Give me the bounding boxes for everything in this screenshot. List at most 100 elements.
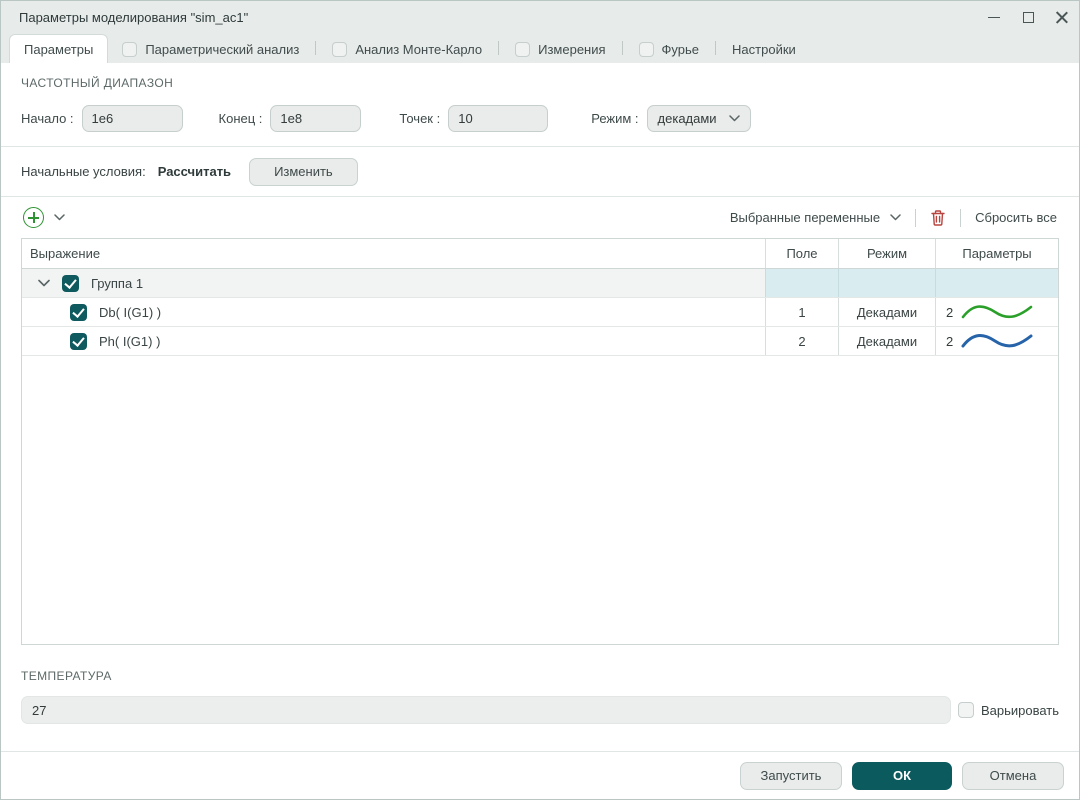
group-label: Группа 1	[91, 275, 144, 291]
toolbar-divider	[960, 208, 962, 227]
collapse-group-chevron-icon[interactable]	[38, 279, 50, 287]
expression-cell: Db( I(G1) )	[22, 298, 765, 326]
tab-checkbox[interactable]	[122, 41, 138, 57]
tab-monte-carlo[interactable]: Анализ Монте-Карло	[318, 35, 496, 63]
temperature-input[interactable]	[21, 696, 951, 724]
vary-checkbox[interactable]	[957, 702, 974, 718]
frequency-section-title: ЧАСТОТНЫЙ ДИАПАЗОН	[21, 76, 174, 90]
expression-cell: Ph( I(G1) )	[22, 327, 765, 355]
frequency-fields-row: Начало : Конец : Точек : Режим : декадам…	[21, 105, 1059, 132]
edit-initial-conditions-button[interactable]: Изменить	[249, 157, 358, 186]
group-checkbox[interactable]	[62, 274, 79, 292]
maximize-icon	[1022, 11, 1034, 23]
maximize-button[interactable]	[1011, 1, 1045, 33]
initial-conditions-row: Начальные условия: Рассчитать Изменить	[1, 147, 1079, 196]
reset-all-button[interactable]: Сбросить все	[975, 210, 1057, 225]
run-button[interactable]: Запустить	[740, 761, 842, 790]
tab-divider	[715, 41, 717, 55]
table-header-row: Выражение Поле Режим Параметры	[22, 239, 1058, 269]
expression-label: Ph( I(G1) )	[99, 333, 161, 349]
group-mode-cell	[838, 269, 935, 297]
mode-label: Режим :	[591, 111, 639, 126]
window-controls	[977, 1, 1079, 33]
start-input[interactable]	[81, 105, 183, 132]
simulation-parameters-dialog: Параметры моделирования "sim_ac1" Параме…	[0, 0, 1080, 800]
end-label: Конец :	[218, 111, 263, 126]
mode-cell: Декадами	[838, 327, 935, 355]
selected-variables-dropdown[interactable]: Выбранные переменные	[730, 210, 901, 225]
cancel-button[interactable]: Отмена	[962, 761, 1064, 790]
tab-parameters[interactable]: Параметры	[9, 34, 109, 63]
tab-checkbox[interactable]	[638, 41, 654, 57]
initial-conditions-label: Начальные условия:	[21, 164, 146, 179]
table-row[interactable]: Db( I(G1) ) 1 Декадами 2	[22, 298, 1058, 327]
header-mode: Режим	[838, 239, 935, 268]
line-thickness: 2	[946, 304, 954, 320]
minimize-button[interactable]	[977, 1, 1011, 33]
chevron-down-icon	[728, 115, 740, 122]
tab-label: Настройки	[732, 41, 796, 57]
temperature-section-title: ТЕМПЕРАТУРА	[21, 669, 112, 683]
tab-label: Измерения	[538, 41, 606, 57]
tab-label: Параметры	[24, 41, 94, 57]
window-title: Параметры моделирования "sim_ac1"	[19, 9, 249, 25]
dialog-content: ЧАСТОТНЫЙ ДИАПАЗОН Начало : Конец : Точе…	[1, 63, 1079, 751]
start-label: Начало :	[21, 111, 74, 126]
expression-label: Db( I(G1) )	[99, 304, 162, 320]
field-cell: 2	[765, 327, 838, 355]
group-expression-cell: Группа 1	[22, 269, 765, 297]
close-button[interactable]	[1045, 1, 1079, 33]
tab-label: Параметрический анализ	[145, 41, 300, 57]
header-expression: Выражение	[30, 246, 101, 261]
tab-settings[interactable]: Настройки	[718, 35, 810, 63]
variables-table: Выражение Поле Режим Параметры Группа 1	[21, 238, 1059, 645]
tab-checkbox[interactable]	[332, 41, 348, 57]
tab-strip: Параметры Параметрический анализ Анализ …	[1, 33, 1079, 63]
header-parameters: Параметры	[935, 239, 1058, 268]
add-variable-button[interactable]	[23, 207, 44, 228]
table-group-row[interactable]: Группа 1	[22, 269, 1058, 298]
tab-fourier[interactable]: Фурье	[625, 35, 713, 63]
chevron-down-icon	[890, 214, 901, 221]
params-cell[interactable]: 2	[935, 327, 1058, 355]
waveform-preview-icon	[961, 305, 1033, 319]
add-menu-chevron-icon[interactable]	[54, 214, 65, 221]
tab-checkbox[interactable]	[515, 41, 531, 57]
points-label: Точек :	[399, 111, 441, 126]
table-empty-area	[22, 356, 1058, 644]
tab-divider	[498, 41, 500, 55]
end-input[interactable]	[270, 105, 362, 132]
delete-variable-button[interactable]	[930, 209, 946, 227]
tab-measurements[interactable]: Измерения	[501, 35, 619, 63]
frequency-range-section: ЧАСТОТНЫЙ ДИАПАЗОН Начало : Конец : Точе…	[1, 63, 1079, 146]
header-field: Поле	[765, 239, 838, 268]
mode-select[interactable]: декадами	[646, 105, 751, 132]
toolbar-divider	[915, 208, 917, 227]
vary-control: Варьировать	[957, 702, 1059, 718]
tab-parametric-analysis[interactable]: Параметрический анализ	[108, 35, 313, 63]
vary-label: Варьировать	[980, 702, 1059, 718]
tab-label: Фурье	[661, 41, 700, 57]
tab-divider	[621, 41, 623, 55]
selected-variables-label: Выбранные переменные	[729, 210, 881, 225]
plus-icon	[28, 212, 39, 223]
row-checkbox[interactable]	[70, 332, 87, 350]
close-icon	[1056, 11, 1068, 23]
trash-icon	[931, 209, 945, 226]
field-cell: 1	[765, 298, 838, 326]
table-row[interactable]: Ph( I(G1) ) 2 Декадами 2	[22, 327, 1058, 356]
points-input[interactable]	[448, 105, 549, 132]
toolbar-right: Выбранные переменные Сбросить все	[730, 208, 1057, 227]
group-field-cell	[765, 269, 838, 297]
initial-conditions-mode: Рассчитать	[157, 164, 232, 179]
params-cell[interactable]: 2	[935, 298, 1058, 326]
variables-toolbar: Выбранные переменные Сбросить все	[1, 197, 1079, 238]
waveform-preview-icon	[961, 334, 1033, 348]
temperature-row: Варьировать	[21, 696, 1059, 724]
minimize-icon	[988, 16, 1000, 18]
ok-button[interactable]: ОК	[852, 761, 952, 790]
mode-select-value: декадами	[657, 111, 717, 126]
row-checkbox[interactable]	[70, 303, 87, 321]
tab-label: Анализ Монте-Карло	[355, 41, 483, 57]
mode-cell: Декадами	[838, 298, 935, 326]
